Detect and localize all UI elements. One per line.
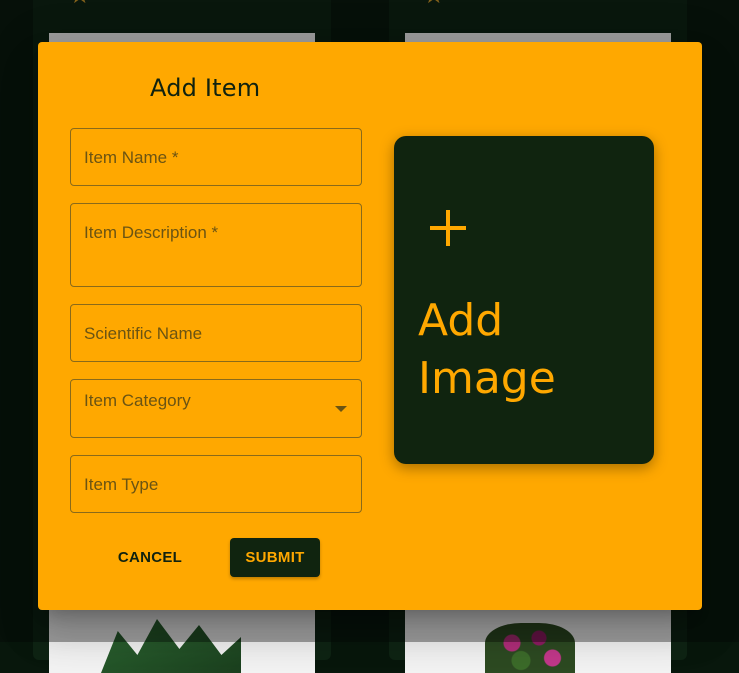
item-name-field[interactable]: Item Name * xyxy=(70,128,362,186)
submit-button[interactable]: SUBMIT xyxy=(230,538,320,577)
dialog-title: Add Item xyxy=(150,74,261,102)
chevron-down-icon[interactable] xyxy=(335,406,347,412)
add-image-label: Add Image xyxy=(418,295,556,404)
item-type-field[interactable]: Item Type xyxy=(70,455,362,513)
item-description-label: Item Description * xyxy=(84,223,219,242)
item-name-label: Item Name * xyxy=(84,148,179,167)
add-item-dialog: Add Item Item Name * Item Description * … xyxy=(38,42,702,610)
scientific-name-field[interactable]: Scientific Name xyxy=(70,304,362,362)
cancel-button[interactable]: CANCEL xyxy=(104,538,196,576)
item-type-label: Item Type xyxy=(84,475,159,494)
scientific-name-label: Scientific Name xyxy=(84,324,203,343)
item-category-label: Item Category xyxy=(84,391,191,410)
item-category-select[interactable]: Item Category xyxy=(70,379,362,438)
plus-icon xyxy=(428,208,468,248)
add-image-button[interactable]: Add Image xyxy=(394,136,654,464)
item-description-field[interactable]: Item Description * xyxy=(70,203,362,287)
